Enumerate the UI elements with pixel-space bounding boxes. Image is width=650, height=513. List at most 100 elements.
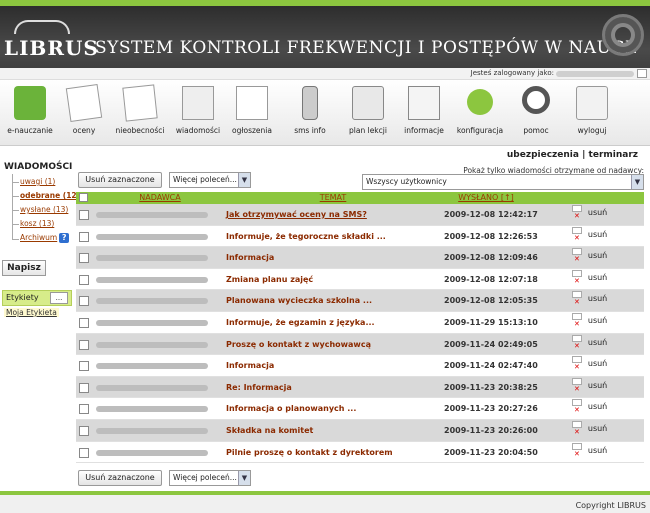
sidebar-item-archive[interactable]: Archiwum?	[20, 233, 70, 243]
delete-message-link[interactable]: ✕ usuń	[572, 442, 607, 458]
table-row[interactable]: Składka na komitet 2009-11-23 20:26:00 ✕ us…	[76, 420, 644, 442]
delete-message-link[interactable]: ✕ usuń	[572, 421, 607, 436]
row-checkbox[interactable]	[79, 253, 89, 264]
sender-redacted	[96, 384, 208, 391]
nav-item-announcements[interactable]: ogłoszenia	[222, 84, 282, 144]
table-row[interactable]: Informacja 2009-12-08 12:09:46 ✕ usuń	[76, 247, 644, 269]
delete-message-link[interactable]: ✕ usuń	[572, 291, 607, 306]
message-date: 2009-11-24 02:49:05	[444, 339, 538, 349]
row-checkbox[interactable]	[79, 210, 89, 220]
message-subject-link[interactable]: Informacja	[226, 253, 274, 262]
nav-item-phone[interactable]: sms info	[280, 84, 340, 144]
message-date: 2009-12-08 12:07:18	[444, 274, 538, 284]
delete-selected-button-bottom[interactable]: Usuń zaznaczone	[78, 470, 162, 486]
delete-x-icon: ✕	[574, 406, 580, 415]
help-icon[interactable]: ?	[59, 233, 70, 243]
table-row[interactable]: Informacja o planowanych ... 2009-11-23 2…	[76, 398, 644, 420]
absences-icon	[122, 84, 158, 122]
delete-label: usuń	[587, 380, 608, 390]
message-subject-link[interactable]: Pilnie proszę o kontakt z dyrektorem	[226, 448, 393, 457]
delete-label: usuń	[587, 251, 608, 261]
row-checkbox[interactable]	[79, 426, 89, 436]
row-checkbox[interactable]	[79, 339, 89, 350]
more-options-select-bottom[interactable]: Więcej poleceń... ▼	[169, 470, 251, 486]
more-options-select-top[interactable]: Więcej poleceń... ▼	[169, 172, 251, 188]
nav-item-gear[interactable]: konfiguracja	[450, 84, 510, 144]
table-row[interactable]: Informuje, że egzamin z języka... 2009-11…	[76, 312, 644, 334]
delete-x-icon: ✕	[574, 212, 580, 220]
nav-item-messages[interactable]: wiadomości	[168, 84, 228, 144]
table-row[interactable]: Jak otrzymywać oceny na SMS? 2009-12-08 1…	[76, 204, 644, 226]
delete-message-link[interactable]: ✕ usuń	[572, 399, 607, 415]
message-subject-link[interactable]: Informuje, że egzamin z języka...	[226, 318, 375, 327]
table-row[interactable]: Informuje, że tegoroczne składki ... 2009…	[76, 225, 644, 248]
delete-message-link[interactable]: ✕ usuń	[572, 334, 607, 350]
table-row[interactable]: Proszę o kontakt z wychowawcą 2009-11-24 …	[76, 333, 644, 356]
sidebar-item-inbox[interactable]: odebrane (12)	[20, 191, 80, 200]
select-all-checkbox[interactable]	[79, 193, 88, 202]
delete-message-link[interactable]: ✕ usuń	[572, 269, 607, 285]
delete-message-link[interactable]: ✕ usuń	[572, 205, 607, 220]
logo-text: LIBRUS	[4, 36, 99, 60]
row-checkbox[interactable]	[79, 318, 89, 328]
sender-redacted	[96, 320, 208, 326]
nav-item-lifebuoy[interactable]: pomoc	[506, 84, 566, 144]
delete-x-icon: ✕	[574, 255, 580, 264]
row-checkbox[interactable]	[79, 404, 89, 415]
message-subject-link[interactable]: Proszę o kontakt z wychowawcą	[226, 340, 371, 349]
row-checkbox[interactable]	[79, 382, 89, 393]
message-subject-link[interactable]: Składka na komitet	[226, 426, 313, 435]
message-subject-link[interactable]: Informacja o planowanych ...	[226, 404, 356, 413]
message-subject-link[interactable]: Informacja	[226, 361, 274, 370]
envelope-icon	[572, 442, 582, 450]
sidebar-item-notes[interactable]: uwagi (1)	[20, 177, 55, 186]
nav-item-logout-bag[interactable]: wyloguj	[562, 84, 622, 144]
sidebar-item-sent[interactable]: wysłane (13)	[20, 205, 68, 214]
table-row[interactable]: Zmiana planu zajęć 2009-12-08 12:07:18 ✕ us…	[76, 268, 644, 291]
message-subject-link[interactable]: Informuje, że tegoroczne składki ...	[226, 232, 386, 241]
delete-message-link[interactable]: ✕ usuń	[572, 226, 607, 242]
home-icon[interactable]	[637, 69, 647, 78]
delete-message-link[interactable]: ✕ usuń	[572, 248, 608, 264]
login-label: Jesteś zalogowany jako:	[470, 69, 554, 77]
sender-filter-select[interactable]: Wszyscy użytkownicy ▼	[362, 174, 644, 190]
column-header-sender[interactable]: NADAWCA	[96, 192, 224, 204]
row-checkbox[interactable]	[79, 274, 89, 285]
nav-item-grades[interactable]: oceny	[54, 83, 114, 144]
tree-branch	[12, 182, 19, 183]
message-subject-link[interactable]: Planowana wycieczka szkolna ...	[226, 296, 372, 305]
my-label-link[interactable]: Moja Etykieta	[4, 308, 59, 317]
row-checkbox[interactable]	[79, 447, 89, 458]
delete-message-link[interactable]: ✕ usuń	[572, 377, 608, 393]
envelope-icon	[572, 226, 582, 234]
row-checkbox[interactable]	[79, 231, 89, 242]
table-row[interactable]: Pilnie proszę o kontakt z dyrektorem 2009…	[76, 441, 644, 464]
row-checkbox[interactable]	[79, 361, 89, 372]
nav-item-schedule[interactable]: plan lekcji	[338, 84, 398, 144]
delete-message-link[interactable]: ✕ usuń	[572, 313, 607, 328]
message-subject-link[interactable]: Jak otrzymywać oceny na SMS?	[226, 210, 367, 219]
write-button[interactable]: Napisz	[2, 260, 46, 276]
column-header-subject[interactable]: TEMAT	[226, 192, 440, 204]
table-row[interactable]: Informacja 2009-11-24 02:47:40 ✕ usuń	[76, 355, 644, 377]
delete-selected-button-top[interactable]: Usuń zaznaczone	[78, 172, 162, 188]
table-row[interactable]: Re: Informacja 2009-11-23 20:38:25 ✕ usuń	[76, 376, 644, 399]
schedule-link[interactable]: terminarz	[589, 150, 638, 160]
system-title: SYSTEM KONTROLI FREKWENCJI I POSTĘPÓW W …	[95, 38, 638, 58]
tree-branch	[12, 239, 19, 240]
security-link[interactable]: ubezpieczenia	[507, 150, 579, 160]
tree-branch	[12, 210, 19, 211]
sidebar-item-trash[interactable]: kosz (13)	[20, 219, 54, 228]
message-subject-link[interactable]: Re: Informacja	[226, 383, 292, 392]
labels-menu-button[interactable]: ...	[50, 292, 68, 304]
nav-item-absences[interactable]: nieobecności	[110, 84, 170, 144]
message-subject-link[interactable]: Zmiana planu zajęć	[226, 275, 313, 284]
delete-message-link[interactable]: ✕ usuń	[572, 356, 607, 371]
nav-item-e-learning[interactable]: e-nauczanie	[0, 84, 60, 144]
column-header-sent[interactable]: WYSŁANO [↑]	[442, 192, 530, 204]
table-row[interactable]: Planowana wycieczka szkolna ... 2009-12-0…	[76, 290, 644, 312]
nav-item-info[interactable]: informacje	[394, 84, 454, 144]
row-checkbox[interactable]	[79, 296, 89, 307]
message-date: 2009-11-23 20:04:50	[444, 447, 538, 457]
librus-logo[interactable]: LIBRUS	[4, 20, 98, 60]
